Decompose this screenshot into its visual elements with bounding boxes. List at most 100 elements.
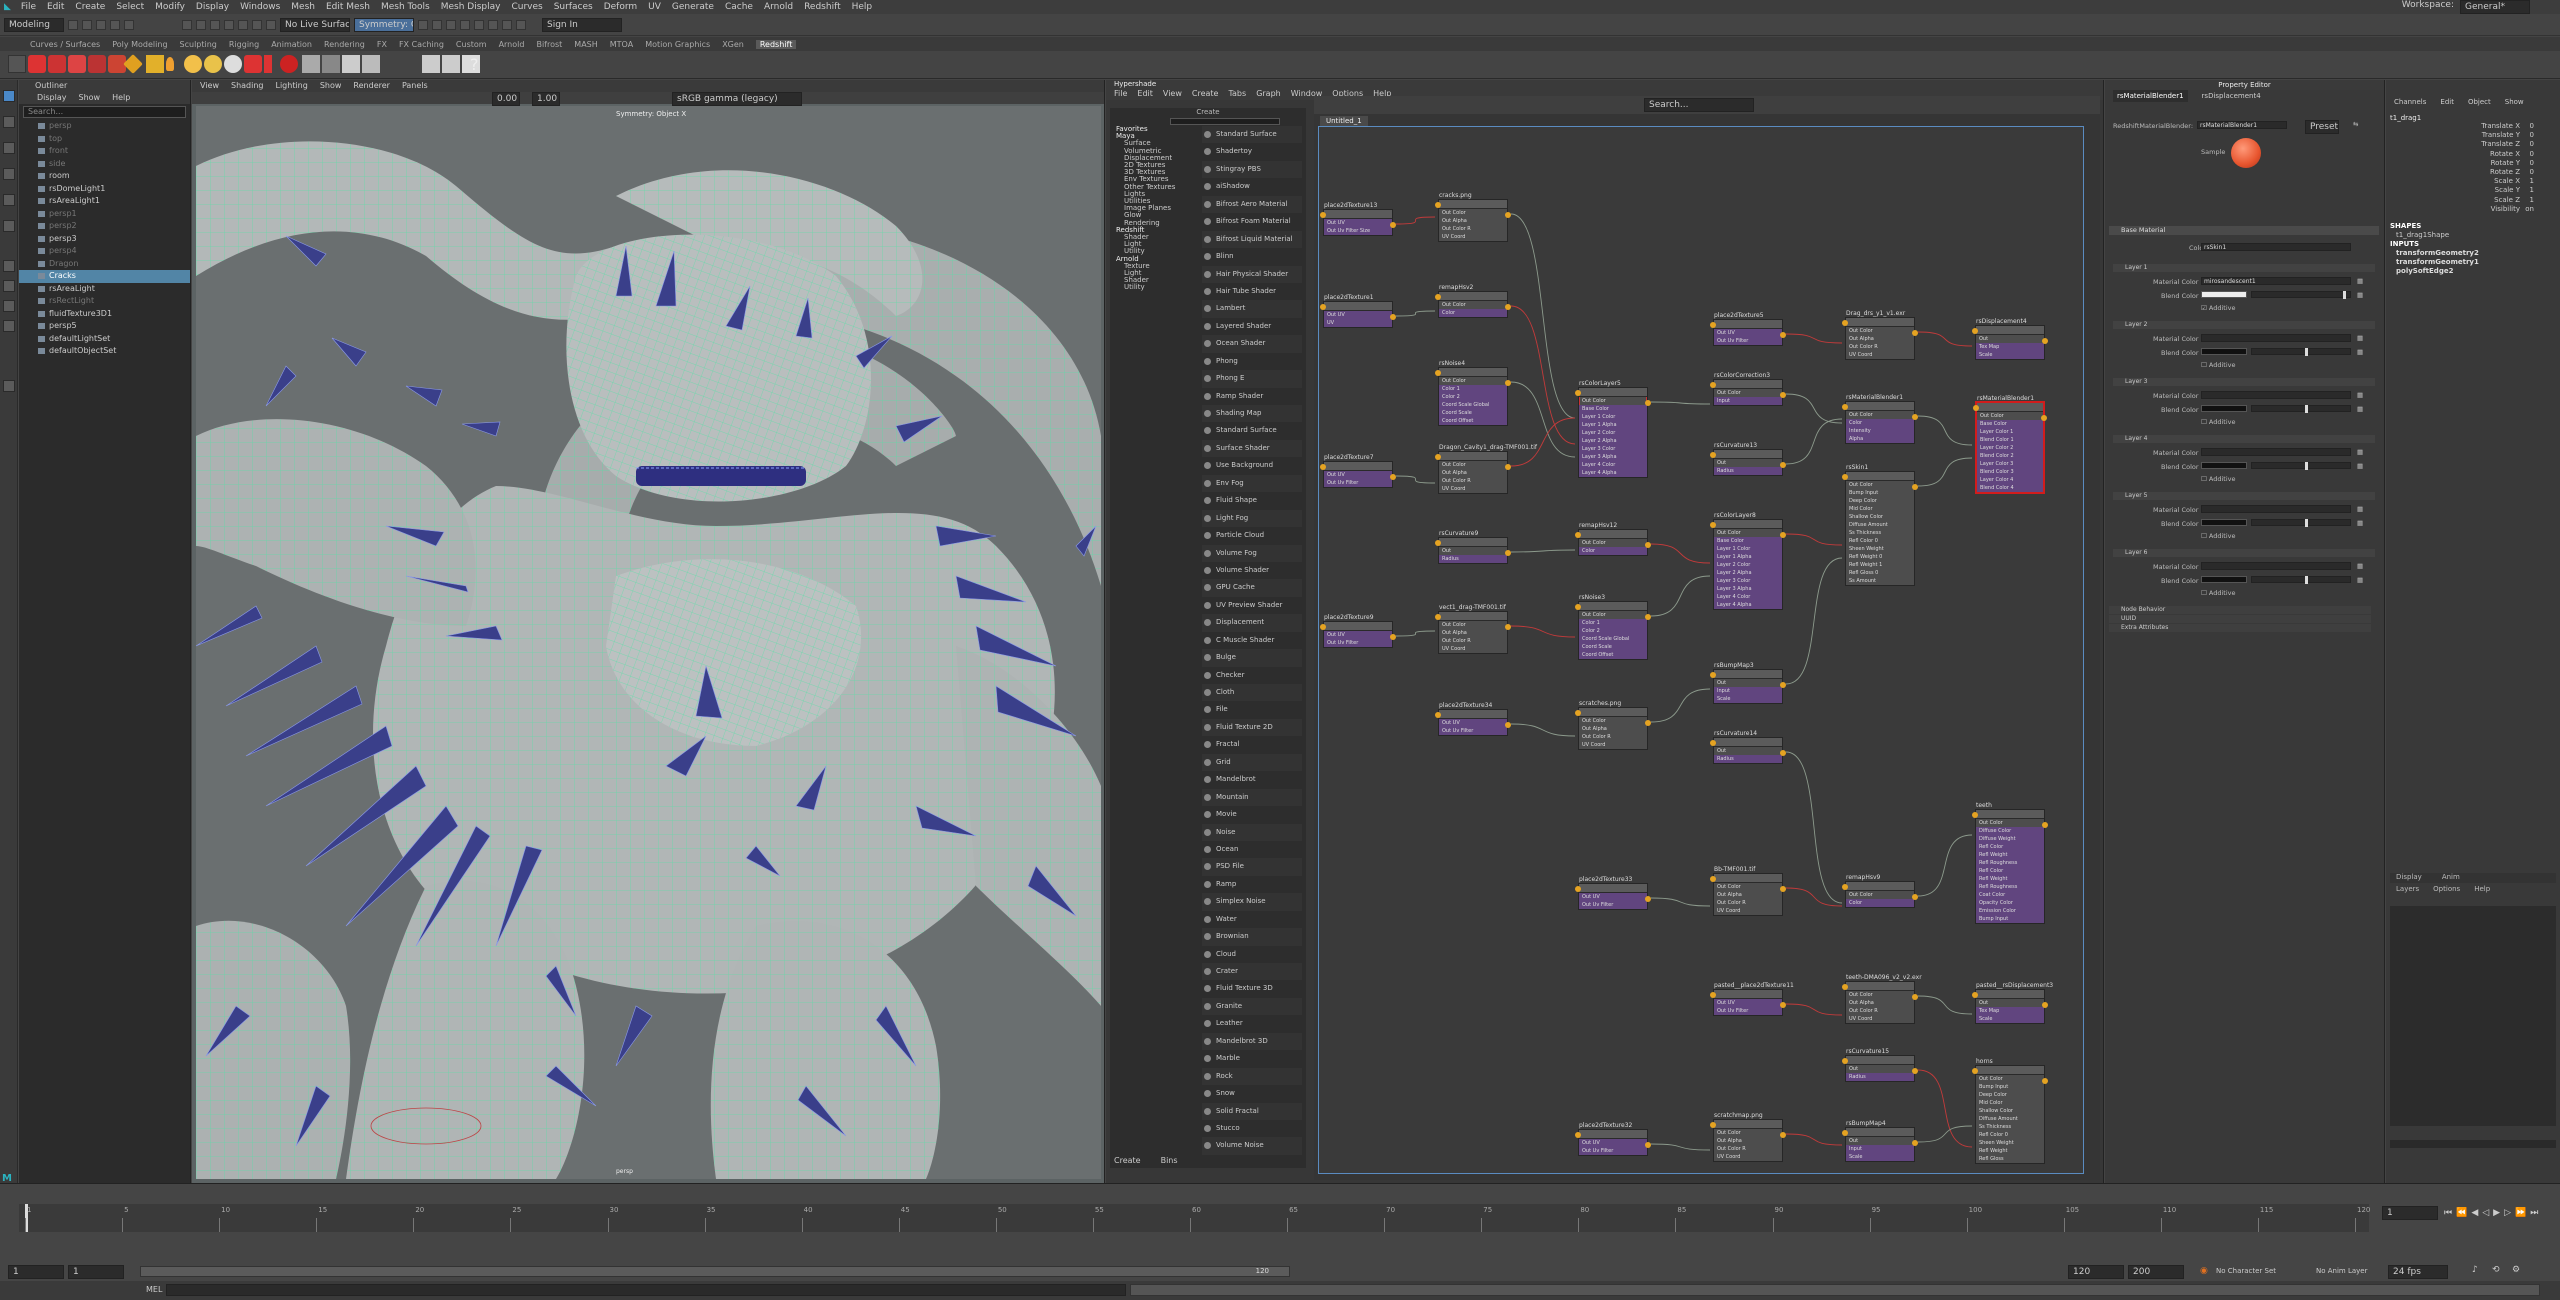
rs-material-icon[interactable] (244, 55, 262, 73)
shading-node-header[interactable] (1324, 622, 1392, 631)
command-input[interactable] (166, 1284, 1126, 1296)
viewport-menu-view[interactable]: View (200, 80, 219, 92)
shading-node-header[interactable] (1976, 326, 2044, 335)
output-port[interactable] (1912, 484, 1918, 490)
shading-node-header[interactable] (1579, 1130, 1647, 1139)
node-connection[interactable] (1510, 723, 1576, 737)
node-connection[interactable] (1650, 401, 1711, 405)
output-port[interactable] (1390, 222, 1396, 228)
shading-node-header[interactable] (1714, 670, 1782, 679)
rs-physical-light-icon[interactable] (166, 57, 174, 71)
node-connection[interactable] (1917, 331, 1973, 347)
material-connect-icon[interactable]: ▦ (2357, 562, 2363, 570)
menu-modify[interactable]: Modify (155, 2, 185, 12)
input-port[interactable] (1320, 212, 1326, 218)
node-attribute[interactable]: Layer 3 Color (1714, 577, 1782, 585)
outliner-item[interactable]: persp1 (19, 208, 190, 221)
input-port[interactable] (1973, 405, 1979, 411)
node-attribute[interactable]: UV Coord (1439, 485, 1507, 493)
shading-node[interactable]: place2dTexture13 Out UV Out Uv Filter Size (1320, 202, 1396, 236)
shelf-tab-mtoa[interactable]: MTOA (610, 40, 633, 49)
new-scene-icon[interactable] (68, 19, 78, 30)
rs-point-light-icon[interactable] (68, 55, 86, 73)
outliner-layout-icon[interactable] (3, 320, 15, 332)
menu-file[interactable]: File (21, 2, 36, 12)
node-attribute[interactable]: Layer 2 Alpha (1579, 437, 1647, 445)
create-node-item[interactable]: C Muscle Shader (1202, 632, 1302, 649)
shading-node-header[interactable] (1714, 990, 1782, 999)
property-tab[interactable]: rsMaterialBlender1 (2113, 90, 2188, 102)
create-node-item[interactable]: Fluid Texture 2D (1202, 718, 1302, 737)
shading-node[interactable]: horns Out Color Bump Input Deep Color Mid Co… (1972, 1058, 2048, 1164)
input-port[interactable] (1320, 304, 1326, 310)
input-port[interactable] (1710, 1122, 1716, 1128)
node-attribute[interactable]: Blend Color 1 (1977, 436, 2043, 444)
node-connection[interactable] (1785, 418, 1843, 465)
input-port[interactable] (1710, 322, 1716, 328)
material-connect-icon[interactable]: ▦ (2357, 505, 2363, 513)
node-attribute[interactable]: Out Color R (1846, 1007, 1914, 1015)
range-bar[interactable]: 120 (140, 1266, 1290, 1277)
output-port[interactable] (1505, 722, 1511, 728)
blend-color-swatch[interactable] (2201, 348, 2247, 355)
input-port[interactable] (1972, 992, 1978, 998)
node-connection[interactable] (1785, 393, 1843, 424)
create-node-item[interactable]: Bifrost Foam Material (1202, 213, 1302, 230)
shading-node-header[interactable] (1714, 320, 1782, 329)
shading-node-header[interactable] (1439, 292, 1507, 301)
hypershade-menu-graph[interactable]: Graph (1256, 88, 1281, 100)
output-port[interactable] (1645, 542, 1651, 548)
menu-edit[interactable]: Edit (47, 2, 64, 12)
material-connect-icon[interactable]: ▦ (2357, 277, 2363, 285)
node-attribute[interactable]: Radius (1714, 467, 1782, 475)
node-attribute[interactable]: Out Uv Filter (1579, 901, 1647, 909)
slider-handle[interactable] (2304, 348, 2308, 356)
shelf-tab-motion-graphics[interactable]: Motion Graphics (645, 40, 710, 49)
node-attribute[interactable]: UV Coord (1714, 1153, 1782, 1161)
input-port[interactable] (1710, 876, 1716, 882)
create-node-item[interactable]: Granite (1202, 997, 1302, 1016)
create-node-item[interactable]: Phong (1202, 353, 1302, 370)
node-attribute[interactable]: Refl Gloss (1976, 1155, 2044, 1163)
create-node-item[interactable]: Bifrost Liquid Material (1202, 230, 1302, 249)
hypershade-menu-create[interactable]: Create (1192, 88, 1219, 100)
workspace-dropdown[interactable]: General* (2460, 0, 2530, 14)
shading-node-header[interactable] (1714, 520, 1782, 529)
shading-node-header[interactable] (1579, 708, 1647, 717)
node-connection[interactable] (1917, 834, 1973, 897)
node-attribute[interactable]: UV Coord (1714, 907, 1782, 915)
rs-render-view-shelf-icon[interactable] (302, 55, 320, 73)
node-connection[interactable] (1395, 475, 1436, 484)
outliner-search-input[interactable]: Search... (23, 106, 186, 118)
create-node-item[interactable]: Standard Surface (1202, 126, 1302, 144)
create-node-item[interactable]: Solid Fractal (1202, 1102, 1302, 1120)
create-node-item[interactable]: Mandelbrot (1202, 771, 1302, 788)
output-port[interactable] (1390, 474, 1396, 480)
node-attribute[interactable]: Alpha (1846, 435, 1914, 443)
input-port[interactable] (1710, 740, 1716, 746)
node-name-field[interactable]: rsMaterialBlender1 (2197, 121, 2287, 129)
node-attribute[interactable]: Radius (1714, 755, 1782, 763)
output-port[interactable] (1912, 330, 1918, 336)
node-attribute[interactable]: UV Coord (1439, 233, 1507, 241)
node-attribute[interactable]: Layer Color 4 (1977, 476, 2043, 484)
create-node-item[interactable]: Noise (1202, 823, 1302, 841)
shelf-tab-poly-modeling[interactable]: Poly Modeling (112, 40, 167, 49)
input-node[interactable]: polySoftEdge2 (2396, 267, 2453, 275)
channel-name[interactable]: Scale X (2494, 177, 2520, 185)
shading-node[interactable]: Bb-TMF001.tif Out Color Out Alpha Out Color… (1710, 866, 1786, 916)
input-port[interactable] (1842, 884, 1848, 890)
range-start-field[interactable]: 1 (68, 1265, 124, 1279)
node-connection[interactable] (1917, 457, 1973, 487)
node-attribute[interactable]: Bump Input (1846, 489, 1914, 497)
node-attribute[interactable]: Out Color R (1714, 1145, 1782, 1153)
node-attribute[interactable]: Intensity (1846, 427, 1914, 435)
input-port[interactable] (1320, 464, 1326, 470)
blend-color-swatch[interactable] (2201, 291, 2247, 298)
channel-value[interactable]: 1 (2530, 177, 2534, 185)
create-node-item[interactable]: Volume Shader (1202, 562, 1302, 579)
channel-menu-edit[interactable]: Edit (2440, 96, 2454, 108)
shading-node[interactable]: rsColorCorrection3 Out Color Input (1710, 372, 1786, 406)
node-attribute[interactable]: Color 1 (1439, 385, 1507, 393)
create-node-item[interactable]: Hair Tube Shader (1202, 283, 1302, 300)
